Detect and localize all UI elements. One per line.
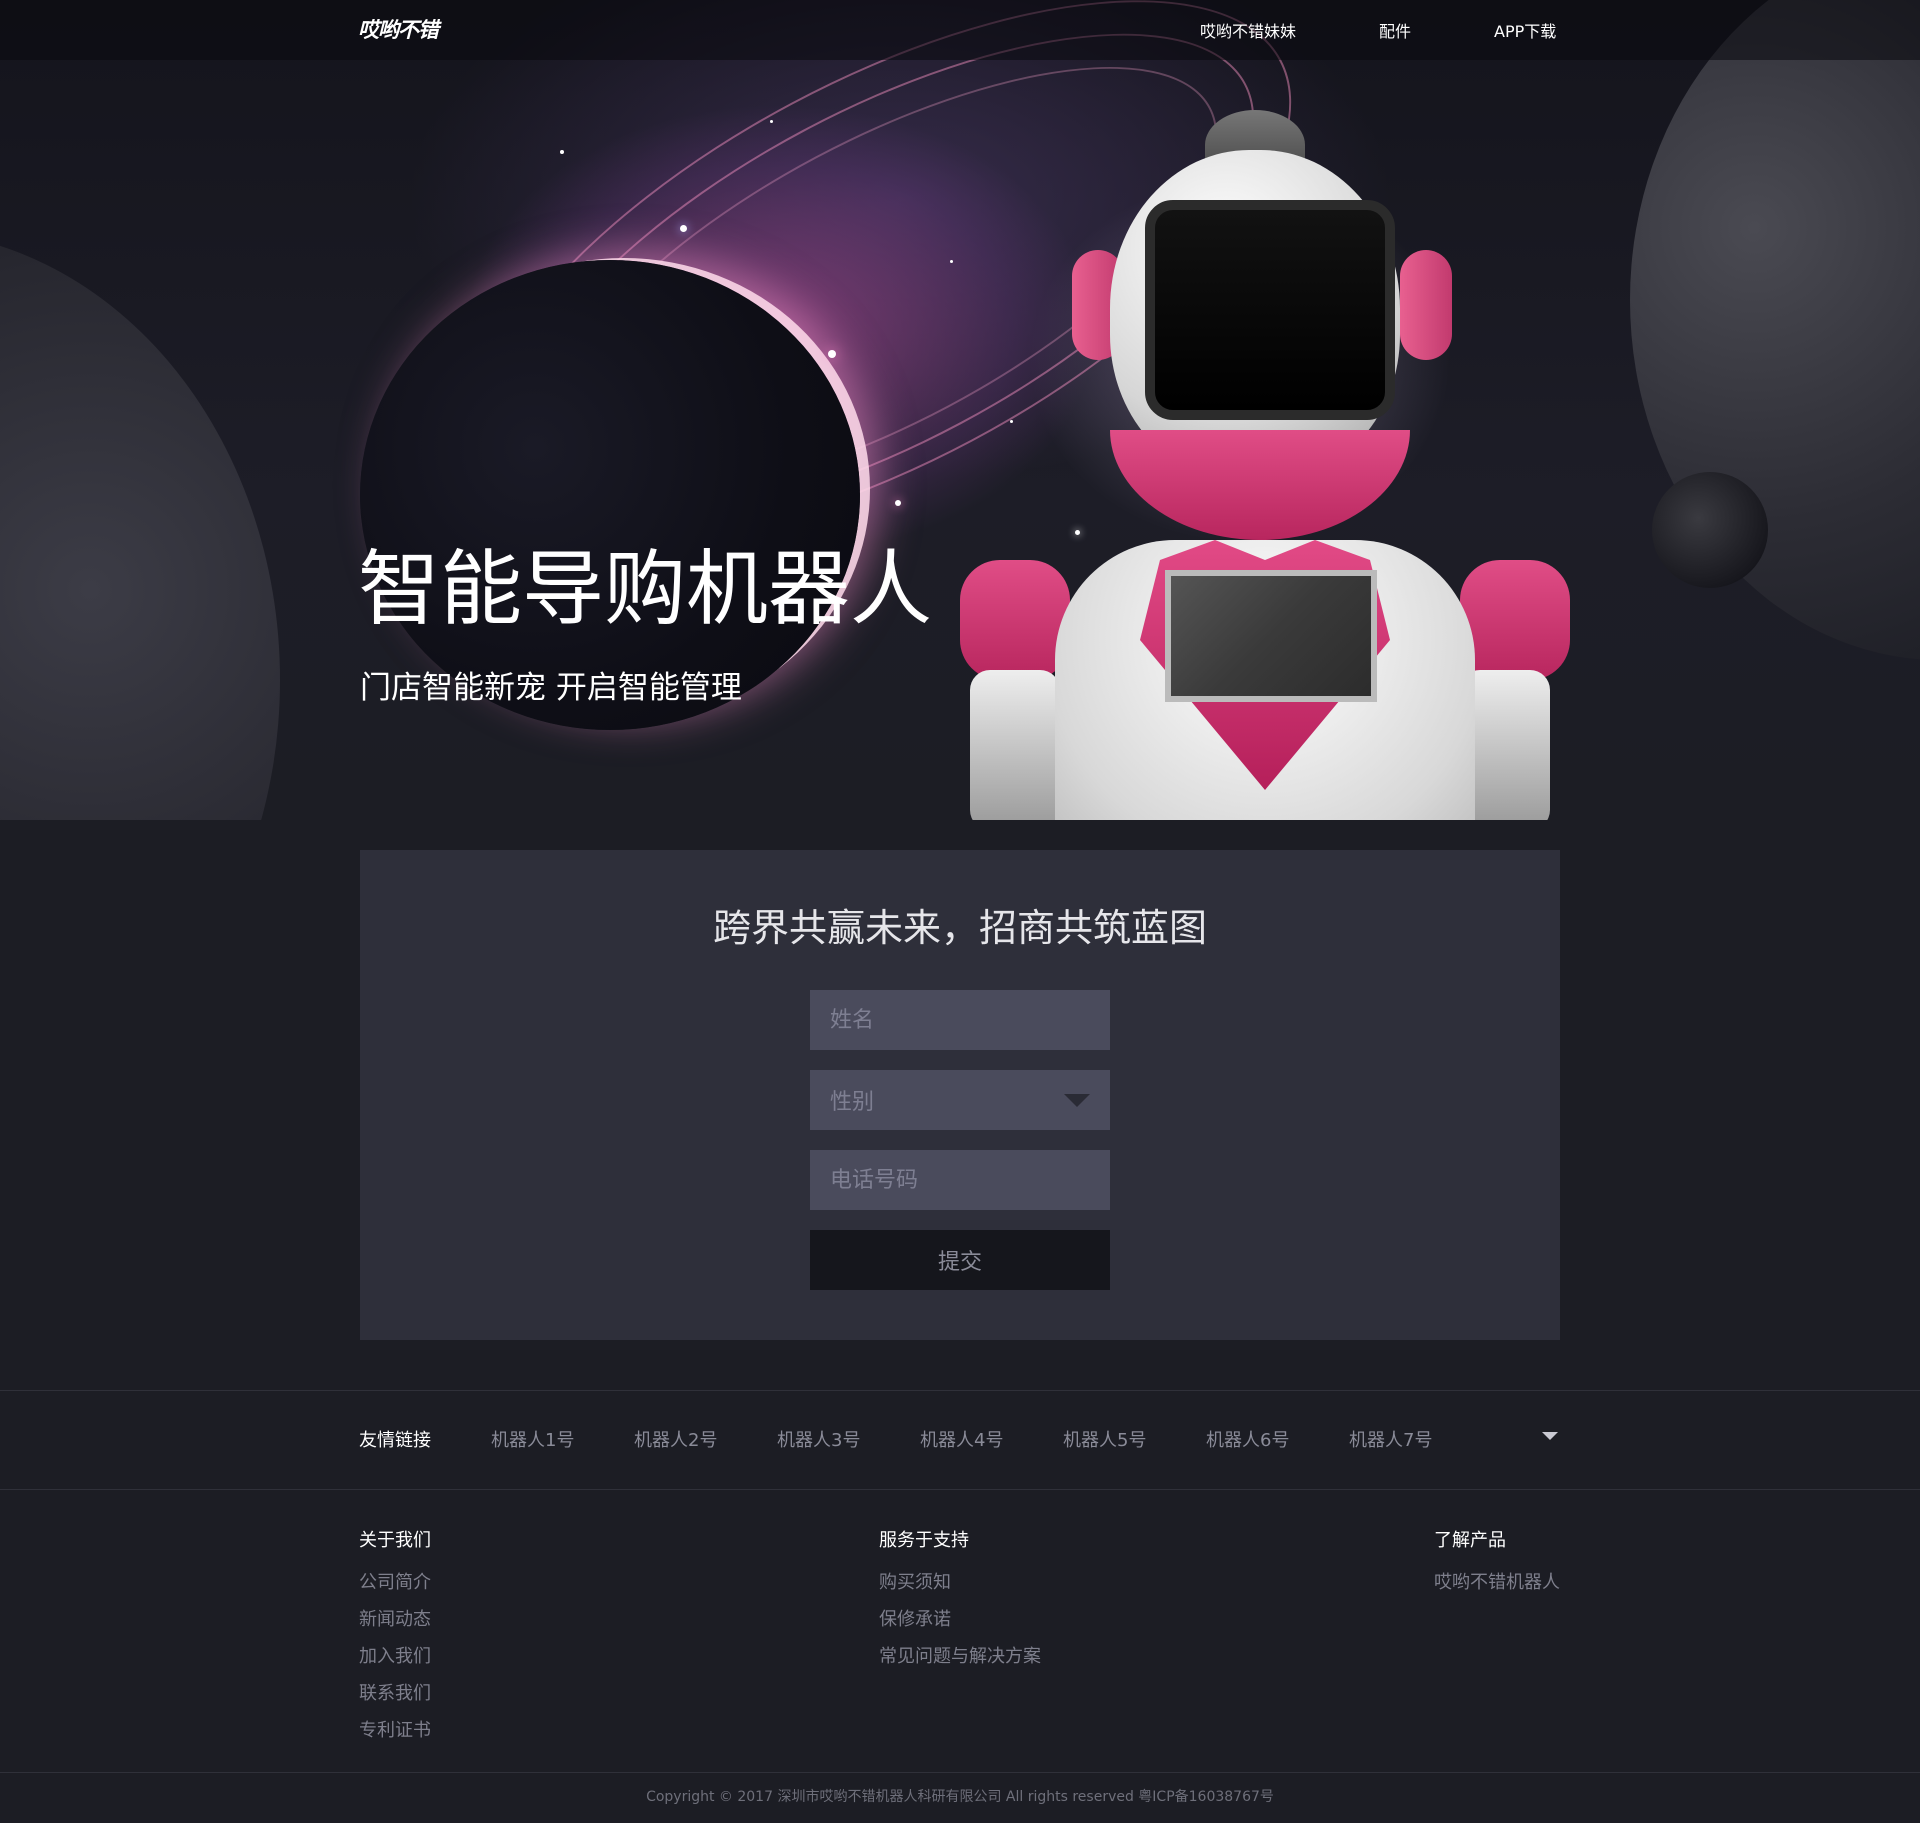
expand-links-arrow-icon[interactable]	[1542, 1432, 1558, 1440]
robot-image	[960, 110, 1570, 820]
hero-title: 智能导购机器人	[358, 542, 933, 637]
friend-link[interactable]: 机器人2号	[634, 1426, 717, 1452]
nav-item-accessories[interactable]: 配件	[1379, 18, 1411, 42]
footer-column-support: 服务于支持 购买须知 保修承诺 常见问题与解决方案	[879, 1526, 1041, 1675]
phone-input[interactable]	[810, 1150, 1110, 1210]
star	[770, 120, 773, 123]
friend-link[interactable]: 机器人5号	[1063, 1426, 1146, 1452]
nav-item-app-download[interactable]: APP下载	[1494, 18, 1556, 42]
footer-link[interactable]: 公司简介	[359, 1564, 431, 1601]
friend-link[interactable]: 机器人1号	[491, 1426, 574, 1452]
footer-link[interactable]: 哎哟不错机器人	[1434, 1564, 1560, 1601]
footer-column-title: 关于我们	[359, 1530, 431, 1551]
name-input[interactable]	[810, 990, 1110, 1050]
star	[828, 350, 836, 358]
hero-banner	[0, 0, 1920, 820]
logo[interactable]: 哎哟不错	[358, 14, 439, 44]
gender-select-label: 性别	[830, 1090, 875, 1115]
footer-link[interactable]: 保修承诺	[879, 1601, 1041, 1638]
gender-select[interactable]: 性别	[810, 1070, 1110, 1130]
divider	[0, 1772, 1920, 1773]
submit-button[interactable]: 提交	[810, 1230, 1110, 1290]
star	[680, 225, 687, 232]
top-navigation-bar: 哎哟不错 哎哟不错妹妹 配件 APP下载	[0, 0, 1920, 60]
planet-left-image	[0, 230, 280, 820]
footer-link[interactable]: 新闻动态	[359, 1601, 431, 1638]
footer-column-products: 了解产品 哎哟不错机器人	[1434, 1526, 1560, 1601]
investment-form-panel: 跨界共赢未来，招商共筑蓝图 性别 提交	[360, 850, 1560, 1340]
friend-link[interactable]: 机器人3号	[777, 1426, 860, 1452]
footer-link[interactable]: 加入我们	[359, 1638, 431, 1675]
friend-link[interactable]: 机器人4号	[920, 1426, 1003, 1452]
friend-link[interactable]: 机器人6号	[1206, 1426, 1289, 1452]
friend-link[interactable]: 机器人7号	[1349, 1426, 1432, 1452]
footer-column-title: 了解产品	[1434, 1530, 1506, 1551]
chevron-down-icon	[1064, 1093, 1090, 1107]
footer-link[interactable]: 购买须知	[879, 1564, 1041, 1601]
star	[895, 500, 901, 506]
moon-image	[1652, 472, 1768, 588]
nav-item-meimei[interactable]: 哎哟不错妹妹	[1200, 18, 1296, 42]
footer-column-about: 关于我们 公司简介 新闻动态 加入我们 联系我们 专利证书	[359, 1526, 431, 1749]
footer-column-title: 服务于支持	[879, 1530, 969, 1551]
star	[560, 150, 564, 154]
copyright-text: Copyright © 2017 深圳市哎哟不错机器人科研有限公司 All ri…	[646, 1789, 1274, 1805]
form-title: 跨界共赢未来，招商共筑蓝图	[712, 906, 1207, 950]
footer-link[interactable]: 专利证书	[359, 1712, 431, 1749]
footer-link[interactable]: 常见问题与解决方案	[879, 1638, 1041, 1675]
hero-subtitle: 门店智能新宠 开启智能管理	[360, 670, 742, 706]
planet-image	[360, 260, 860, 730]
divider	[0, 1390, 1920, 1391]
star	[950, 260, 953, 263]
footer-link[interactable]: 联系我们	[359, 1675, 431, 1712]
friend-links-title: 友情链接	[359, 1430, 431, 1451]
